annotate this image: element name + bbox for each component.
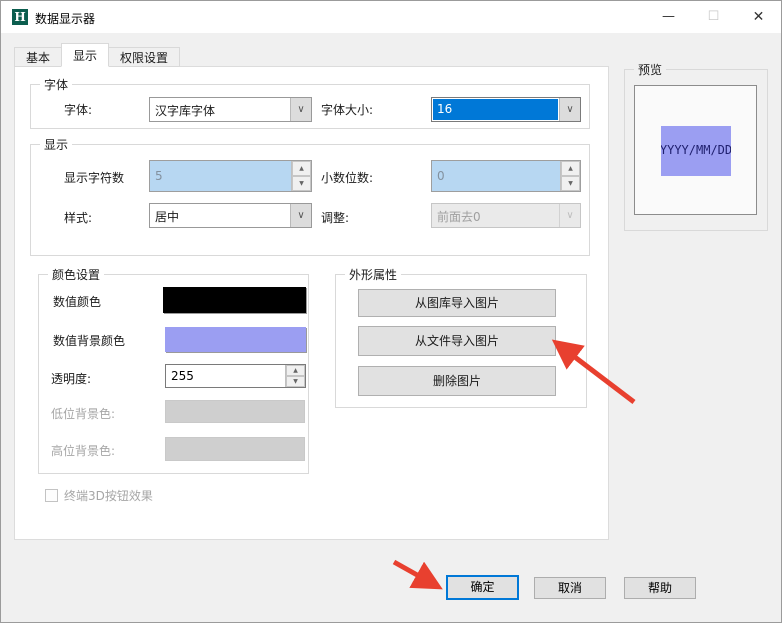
app-icon: H [12,9,28,25]
value-bg-color-label: 数值背景颜色 [53,332,125,349]
title-bar: H 数据显示器 — ☐ ✕ [1,1,781,33]
adjust-select-value: 前面去0 [437,208,556,225]
tab-display[interactable]: 显示 [61,43,109,67]
arrow-to-ok-button [394,562,435,585]
value-bg-color-swatch[interactable] [165,327,306,352]
adjust-label: 调整: [321,209,349,226]
shape-attributes-title: 外形属性 [345,266,401,283]
font-size-select[interactable]: 16 ∨ [431,97,581,122]
terminal-3d-effect-checkbox[interactable] [45,489,58,502]
close-button[interactable]: ✕ [736,1,781,33]
opacity-stepper[interactable]: 255 ▲ ▼ [165,364,306,388]
low-bg-color-label: 低位背景色: [51,405,115,422]
font-group-title: 字体 [40,76,72,93]
tab-basic[interactable]: 基本 [14,47,62,67]
spin-down-icon[interactable]: ▼ [561,176,580,191]
help-button[interactable]: 帮助 [624,577,696,599]
window-title: 数据显示器 [35,10,95,27]
display-group-title: 显示 [40,136,72,153]
spin-down-icon[interactable]: ▼ [292,176,311,191]
font-group: 字体 字体: 汉字库字体 ∨ 字体大小: 16 ∨ [30,84,590,129]
preview-format-text: YYYY/MM/DD [661,143,731,157]
font-select[interactable]: 汉字库字体 ∨ [149,97,312,122]
spin-down-icon[interactable]: ▼ [286,376,305,387]
style-select-value: 居中 [155,208,287,225]
maximize-button: ☐ [691,1,736,33]
value-color-swatch[interactable] [163,287,306,313]
tab-permission[interactable]: 权限设置 [108,47,180,67]
decimal-label: 小数位数: [321,169,373,186]
display-group: 显示 显示字符数 5 ▲ ▼ 小数位数: 0 ▲ ▼ 样式: 居中 ∨ [30,144,590,256]
ok-button[interactable]: 确定 [446,575,519,600]
style-select[interactable]: 居中 ∨ [149,203,312,228]
color-settings-title: 颜色设置 [48,266,104,283]
font-size-label: 字体大小: [321,101,373,118]
import-from-file-button[interactable]: 从文件导入图片 [358,326,556,356]
font-select-value: 汉字库字体 [155,102,287,119]
terminal-3d-effect-row: 终端3D按钮效果 [45,487,153,504]
import-from-gallery-button[interactable]: 从图库导入图片 [358,289,556,317]
chevron-down-icon[interactable]: ∨ [559,98,580,121]
low-bg-color-swatch [165,400,305,423]
chevron-down-icon[interactable]: ∨ [290,98,311,121]
terminal-3d-effect-label: 终端3D按钮效果 [64,487,153,504]
char-count-label: 显示字符数 [64,169,124,186]
preview-group: 预览 YYYY/MM/DD [624,69,768,231]
minimize-button[interactable]: — [646,1,691,33]
delete-image-button[interactable]: 删除图片 [358,366,556,396]
display-tab-panel: 字体 字体: 汉字库字体 ∨ 字体大小: 16 ∨ 显示 显示字符数 5 ▲ ▼ [14,66,609,540]
preview-title: 预览 [634,61,666,78]
high-bg-color-label: 高位背景色: [51,442,115,459]
cancel-button[interactable]: 取消 [534,577,606,599]
spin-up-icon[interactable]: ▲ [286,365,305,376]
opacity-value: 255 [171,369,194,383]
char-count-value: 5 [155,169,163,183]
char-count-stepper[interactable]: 5 ▲ ▼ [149,160,312,192]
chevron-down-icon[interactable]: ∨ [290,204,311,227]
high-bg-color-swatch [165,437,305,461]
decimal-value: 0 [437,169,445,183]
value-color-label: 数值颜色 [53,293,101,310]
tab-bar: 基本 显示 权限设置 [14,43,179,67]
opacity-label: 透明度: [51,370,91,387]
adjust-select: 前面去0 ∨ [431,203,581,228]
chevron-down-icon: ∨ [559,204,580,227]
font-size-select-value: 16 [433,99,558,120]
data-display-dialog: H 数据显示器 — ☐ ✕ 基本 显示 权限设置 字体 字体: 汉字库字体 ∨ … [0,0,782,623]
font-label: 字体: [64,101,92,118]
color-settings-group: 颜色设置 数值颜色 数值背景颜色 透明度: 255 ▲ ▼ 低位背景色: 高位背… [38,274,309,474]
spin-up-icon[interactable]: ▲ [561,161,580,176]
style-label: 样式: [64,209,92,226]
shape-attributes-group: 外形属性 从图库导入图片 从文件导入图片 删除图片 [335,274,587,408]
preview-data-chip: YYYY/MM/DD [661,126,731,176]
decimal-stepper[interactable]: 0 ▲ ▼ [431,160,581,192]
spin-up-icon[interactable]: ▲ [292,161,311,176]
preview-canvas: YYYY/MM/DD [634,85,757,215]
